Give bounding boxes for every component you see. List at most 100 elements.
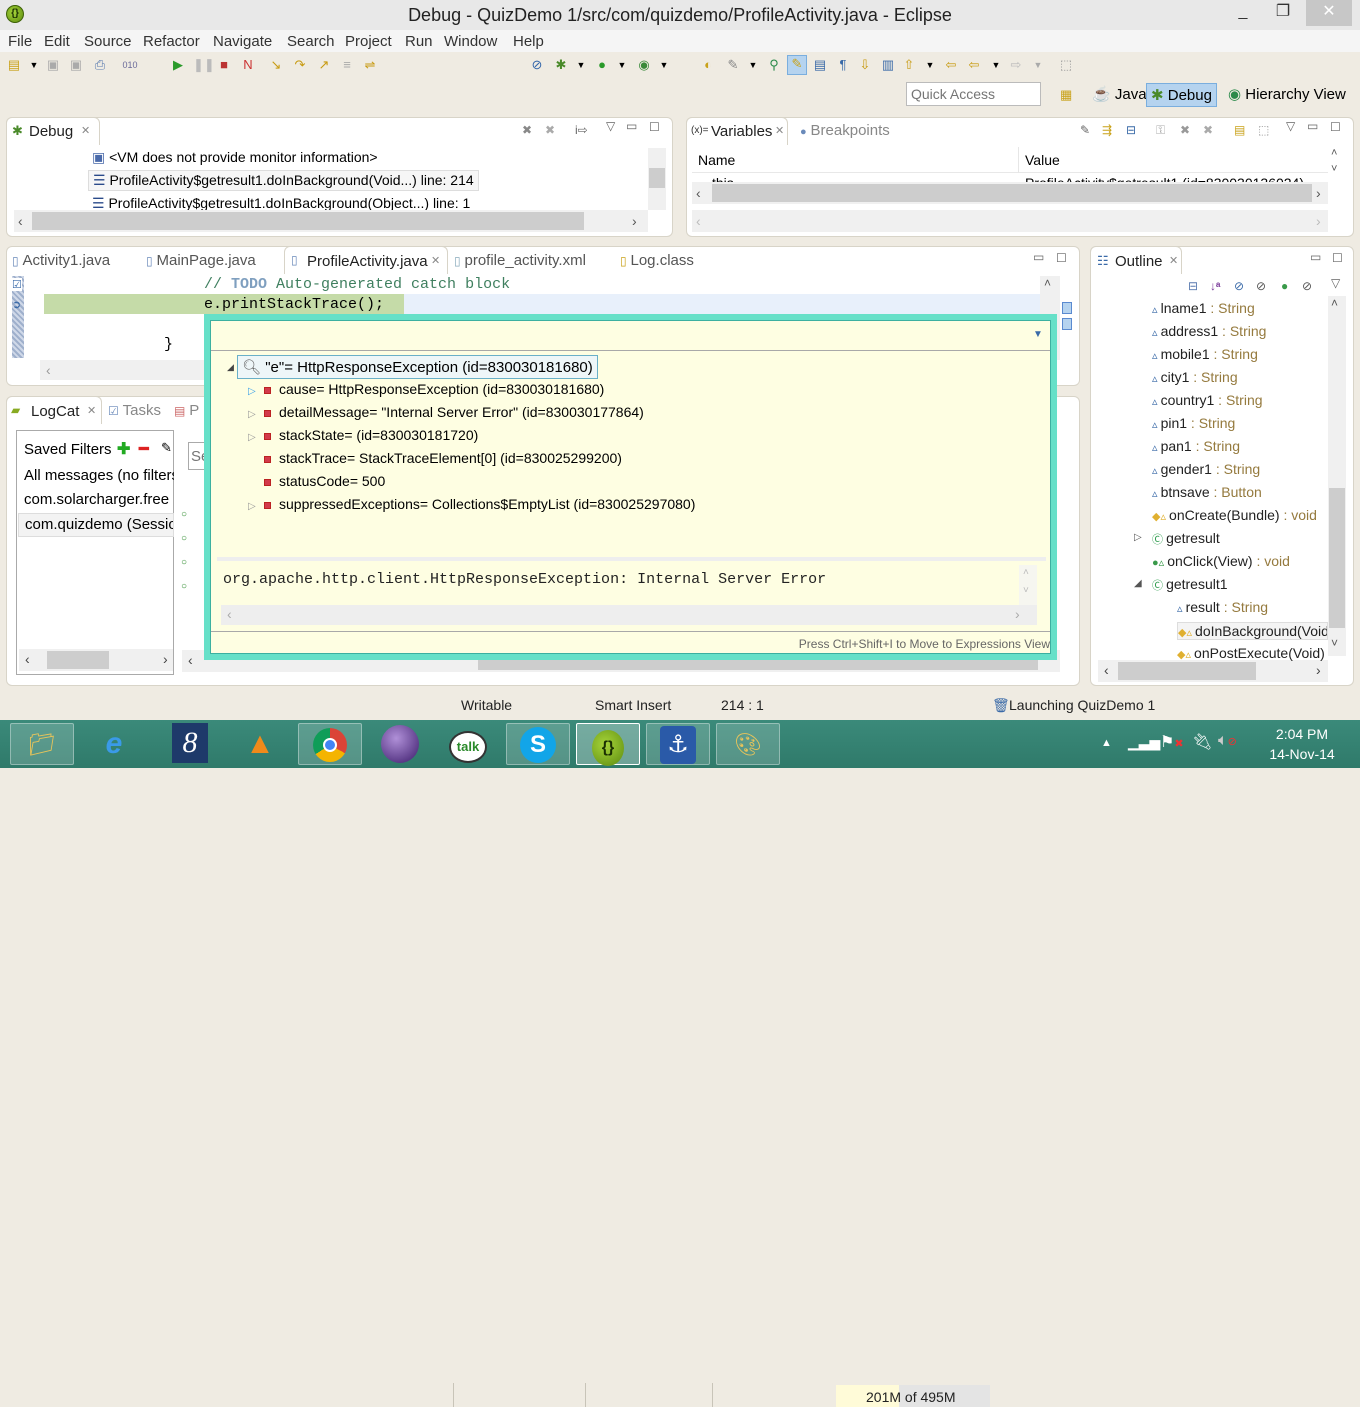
use-step-filters-icon[interactable]: ⇌ <box>362 57 378 73</box>
network-signal-icon[interactable]: ▁▃▅ <box>1128 734 1160 751</box>
filter-item[interactable]: All messages (no filters) <box>24 467 174 484</box>
show-whitespace-icon[interactable]: ¶ <box>835 57 851 73</box>
scroll-right-icon[interactable]: › <box>1316 662 1321 678</box>
add-filter-icon[interactable]: ✚ <box>117 439 130 459</box>
outline-item[interactable]: ▵ btnsave : Button <box>1152 484 1328 500</box>
external-tools-dropdown-icon[interactable]: ▼ <box>656 57 672 73</box>
column-value[interactable]: Value <box>1025 152 1060 168</box>
menu-help[interactable]: Help <box>513 33 544 50</box>
terminate-icon[interactable]: ■ <box>216 57 232 73</box>
forward-icon[interactable]: ⇨ <box>1008 57 1024 73</box>
sort-icon[interactable]: ↓ᵃ <box>1210 279 1221 293</box>
back-icon[interactable]: ⇦ <box>966 57 982 73</box>
menu-navigate[interactable]: Navigate <box>213 33 272 50</box>
overview-ruler[interactable] <box>1062 302 1072 332</box>
anchor-app-icon[interactable]: ⚓︎ <box>646 723 710 765</box>
scroll-left-icon[interactable]: ‹ <box>46 362 51 378</box>
pin-icon[interactable]: ⬚ <box>1258 123 1269 137</box>
expand-arrow-icon[interactable]: ▷ <box>248 409 264 420</box>
maximize-view-icon[interactable]: ☐ <box>649 120 660 134</box>
scroll-up-icon[interactable]: ˄ <box>1023 567 1029 578</box>
hide-fields-icon[interactable]: ⊘ <box>1234 279 1244 293</box>
app-8-icon[interactable]: 8 <box>158 723 222 765</box>
inspect-child-row[interactable]: stackTrace= StackTraceElement[0] (id=830… <box>210 450 622 466</box>
menu-project[interactable]: Project <box>345 33 392 50</box>
outline-item[interactable]: ◆▵ doInBackground(Void...) <box>1177 622 1328 640</box>
outline-item[interactable]: ▵ pan1 : String <box>1152 438 1328 454</box>
show-hidden-icons[interactable]: ▲ <box>1101 737 1112 749</box>
task-marker-icon[interactable]: ☑ <box>12 278 22 291</box>
scroll-thumb[interactable] <box>1329 488 1345 628</box>
debug-row-frame-1[interactable]: ☰ ProfileActivity$getresult1.doInBackgro… <box>92 195 470 211</box>
search-toolbar-icon[interactable]: ✎ <box>725 57 741 73</box>
debug-icon[interactable]: ✱ <box>553 57 569 73</box>
outline-item[interactable]: ▵ mobile1 : String <box>1152 346 1328 362</box>
scroll-thumb[interactable] <box>1118 662 1256 680</box>
previous-annotation-icon[interactable]: ⇧ <box>901 57 917 73</box>
debug-row-frame-214[interactable]: ☰ ProfileActivity$getresult1.doInBackgro… <box>88 170 479 191</box>
outline-vscrollbar[interactable]: ˄ ˅ <box>1328 296 1346 656</box>
tab-logcat[interactable]: ▰ LogCat ✕ <box>6 396 102 424</box>
maximize-view-icon[interactable]: ☐ <box>1056 251 1067 265</box>
inspect-detail-text[interactable]: org.apache.http.client.HttpResponseExcep… <box>223 571 826 588</box>
run-dropdown-icon[interactable]: ▼ <box>614 57 630 73</box>
close-tab-icon[interactable]: ✕ <box>81 124 90 137</box>
view-menu-icon[interactable]: ▽ <box>606 119 615 133</box>
tab-debug[interactable]: ✱ Debug ✕ <box>6 117 100 145</box>
eclipse-active-icon[interactable]: {} <box>576 723 640 766</box>
annotation-dropdown-icon[interactable]: ▼ <box>922 57 938 73</box>
minimize-view-icon[interactable]: ▭ <box>1033 250 1044 264</box>
chrome-icon[interactable] <box>298 723 362 765</box>
scroll-left-icon[interactable]: ‹ <box>227 606 232 622</box>
battery-icon[interactable]: 🔌︎ <box>1192 732 1212 752</box>
variables-vscrollbar[interactable]: ˄ ˅ <box>1328 147 1346 183</box>
inspect-child-row[interactable]: ▷ stackState= (id=830030181720) <box>210 427 478 443</box>
collapse-all-icon[interactable]: ⊟ <box>1126 123 1136 137</box>
outline-item[interactable]: ▵ address1 : String <box>1152 323 1328 339</box>
debug-hscrollbar[interactable]: ‹ › <box>14 210 648 232</box>
skype-icon[interactable]: S <box>506 723 570 765</box>
expand-arrow-icon[interactable]: ▷ <box>248 386 264 397</box>
resume-icon[interactable]: ▶ <box>170 57 186 73</box>
close-tab-icon[interactable]: ✕ <box>1169 254 1178 267</box>
hide-local-types-icon[interactable]: ⊘ <box>1302 279 1312 293</box>
collapse-all-icon[interactable]: ⊟ <box>1188 279 1198 293</box>
step-over-icon[interactable]: ↷ <box>292 57 308 73</box>
scroll-up-icon[interactable]: ˄ <box>1331 296 1338 310</box>
show-type-names-icon[interactable]: ✎ <box>1080 123 1090 137</box>
scroll-left-icon[interactable]: ‹ <box>696 213 701 229</box>
menu-edit[interactable]: Edit <box>44 33 70 50</box>
menu-run[interactable]: Run <box>405 33 433 50</box>
save-icon[interactable]: ▣ <box>45 57 61 73</box>
open-perspective-icon[interactable]: ▦ <box>1060 87 1072 103</box>
close-tab-icon[interactable]: ✕ <box>87 404 96 417</box>
scroll-right-icon[interactable]: › <box>1015 606 1020 622</box>
google-talk-icon[interactable]: talk <box>436 723 500 765</box>
column-divider[interactable] <box>1018 147 1019 173</box>
garbage-collect-icon[interactable]: 🗑︎ <box>992 697 1010 714</box>
outline-item[interactable]: ▵ result : String <box>1177 599 1328 615</box>
outline-item[interactable]: ◆▵ onCreate(Bundle) : void <box>1152 507 1328 523</box>
tab-log-class[interactable]: ▯ Log.class <box>620 252 694 269</box>
overview-marker[interactable] <box>1062 302 1072 314</box>
clock-date[interactable]: 14-Nov-14 <box>1262 746 1342 762</box>
next-annotation-icon[interactable]: ⇩ <box>857 57 873 73</box>
expand-arrow-icon[interactable]: ▷ <box>1134 532 1142 543</box>
forward-dropdown-icon[interactable]: ▼ <box>1030 57 1046 73</box>
menu-window[interactable]: Window <box>444 33 497 50</box>
new-icon[interactable]: ▤ <box>6 57 22 73</box>
detail-vscrollbar[interactable]: ˄ ˅ <box>1019 565 1037 605</box>
internet-explorer-icon[interactable]: e <box>82 723 146 765</box>
remove-all-icon[interactable]: ✖ <box>1203 123 1213 137</box>
outline-item[interactable]: Ⓒ getresult1 <box>1152 576 1328 593</box>
new-expression-icon[interactable]: ▤ <box>1234 123 1245 137</box>
outline-item[interactable]: ▵ city1 : String <box>1152 369 1328 385</box>
filters-hscrollbar[interactable]: ‹ › <box>19 649 173 671</box>
inspect-child-row[interactable]: statusCode= 500 <box>210 473 385 489</box>
tab-profile-activity-xml[interactable]: ▯ profile_activity.xml <box>454 252 586 269</box>
debug-dropdown-icon[interactable]: ▼ <box>573 57 589 73</box>
debug-vscrollbar[interactable] <box>648 148 666 210</box>
last-edit-location-icon[interactable]: ⇦ <box>943 57 959 73</box>
scroll-thumb[interactable] <box>712 184 1312 202</box>
remove-all-terminated-icon[interactable]: ✖ <box>545 123 555 137</box>
